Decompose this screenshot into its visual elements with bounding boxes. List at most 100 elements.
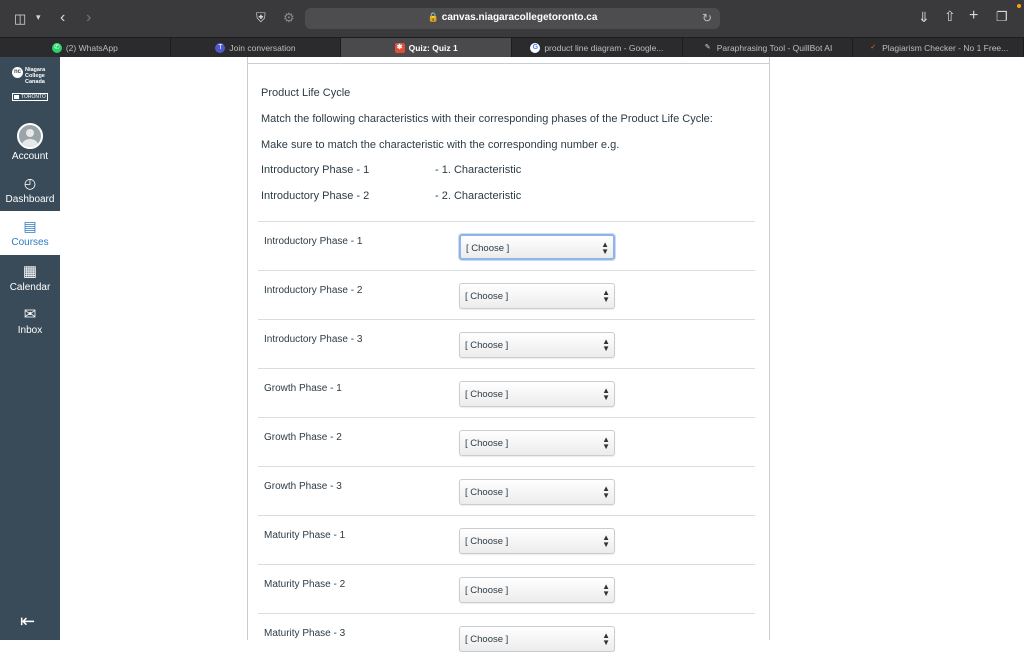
select-arrows-icon: ▲ ▼: [602, 484, 610, 500]
extension-icon[interactable]: ⚙: [283, 11, 295, 24]
dashboard-icon: ◴: [23, 175, 37, 191]
answer-select[interactable]: [ Choose ] ▲ ▼: [459, 479, 615, 505]
match-label: Growth Phase - 2: [264, 432, 342, 443]
logo-text: Niagara College Canada: [25, 67, 45, 85]
example-right-2: - 2. Characteristic: [435, 190, 522, 202]
select-arrows-icon: ▲ ▼: [602, 435, 610, 451]
example-left-1: Introductory Phase - 1: [261, 164, 370, 176]
tab-overview-icon[interactable]: ❐: [996, 10, 1008, 23]
forward-icon[interactable]: ›: [86, 10, 91, 26]
nav-label: Account: [11, 151, 49, 162]
nav-inbox[interactable]: ✉ Inbox: [0, 305, 60, 339]
tab-label: (2) WhatsApp: [65, 42, 118, 53]
logo-mark: nc: [12, 67, 23, 78]
select-value: [ Choose ]: [465, 389, 509, 400]
teams-icon: T: [215, 42, 226, 53]
nav-label: Calendar: [9, 282, 51, 293]
shield-icon[interactable]: ⛨: [256, 11, 266, 24]
answer-select[interactable]: [ Choose ] ▲ ▼: [459, 577, 615, 603]
notification-dot: [1017, 4, 1021, 8]
match-label: Maturity Phase - 2: [264, 579, 346, 590]
select-arrows-icon: ▲ ▼: [601, 240, 609, 256]
tab-google[interactable]: Gproduct line diagram - Google...: [512, 38, 683, 57]
tab-join-conversation[interactable]: T Join conversation: [171, 38, 342, 57]
question-instruction: Match the following characteristics with…: [261, 113, 713, 125]
chevron-down-icon[interactable]: ▾: [36, 13, 41, 22]
question-note: Make sure to match the characteristic wi…: [261, 139, 620, 151]
answer-select[interactable]: [ Choose ] ▲ ▼: [459, 332, 615, 358]
answer-select[interactable]: [ Choose ] ▲ ▼: [459, 381, 615, 407]
select-value: [ Choose ]: [465, 438, 509, 449]
answer-select[interactable]: [ Choose ] ▲ ▼: [459, 430, 615, 456]
google-icon: G: [530, 42, 541, 53]
match-label: Maturity Phase - 3: [264, 628, 346, 639]
select-arrows-icon: ▲ ▼: [602, 288, 610, 304]
match-label: Introductory Phase - 3: [264, 334, 363, 345]
select-arrows-icon: ▲ ▼: [602, 582, 610, 598]
canvas-icon: ✱: [394, 42, 405, 53]
match-label: Maturity Phase - 1: [264, 530, 346, 541]
match-row: Maturity Phase - 3 [ Choose ] ▲ ▼: [258, 613, 755, 652]
answer-select[interactable]: [ Choose ] ▲ ▼: [459, 626, 615, 652]
url-text: canvas.niagaracollegetoronto.ca: [441, 12, 598, 23]
tab-bar: ✆ (2) WhatsApp T Join conversation ✱ Quiz: …: [0, 37, 1024, 57]
share-icon[interactable]: ⇧: [944, 9, 956, 23]
select-value: [ Choose ]: [465, 585, 509, 596]
select-arrows-icon: ▲ ▼: [602, 631, 610, 647]
nav-label: Courses: [11, 237, 49, 248]
match-row: Introductory Phase - 3 [ Choose ] ▲ ▼: [258, 319, 755, 368]
avatar-icon: [17, 123, 43, 149]
address-bar[interactable]: 🔒 canvas.niagaracollegetoronto.ca ↻: [305, 8, 720, 29]
match-label: Introductory Phase - 2: [264, 285, 363, 296]
new-tab-icon[interactable]: +: [969, 8, 978, 24]
example-left-2: Introductory Phase - 2: [261, 190, 370, 202]
nav-dashboard[interactable]: ◴ Dashboard: [0, 175, 60, 209]
nav-label: Inbox: [17, 325, 43, 336]
sidebar-toggle-icon[interactable]: ◫: [14, 12, 26, 25]
tab-label: Join conversation: [229, 42, 296, 53]
nav-calendar[interactable]: ▦ Calendar: [0, 262, 60, 296]
answer-select[interactable]: [ Choose ] ▲ ▼: [459, 283, 615, 309]
match-row: Introductory Phase - 2 [ Choose ] ▲ ▼: [258, 270, 755, 319]
plagiarism-icon: ✓: [870, 43, 877, 51]
match-label: Introductory Phase - 1: [264, 236, 363, 247]
back-icon[interactable]: ‹: [60, 10, 65, 26]
collapse-nav-icon[interactable]: ⇤: [20, 611, 35, 632]
whatsapp-icon: ✆: [51, 42, 62, 53]
nav-account[interactable]: Account: [0, 123, 60, 165]
quiz-question: Product Life Cycle Match the following c…: [247, 57, 770, 652]
browser-toolbar: ◫ ▾ ‹ › ⛨ ⚙ 🔒 canvas.niagaracollegetoront…: [0, 0, 1024, 37]
courses-icon: ▤: [23, 218, 37, 234]
logo-line: Canada: [25, 79, 45, 85]
tab-plagiarism[interactable]: ✓ Plagiarism Checker - No 1 Free...: [853, 38, 1024, 57]
answer-select[interactable]: [ Choose ] ▲ ▼: [459, 528, 615, 554]
tab-label: Plagiarism Checker - No 1 Free...: [882, 42, 1009, 53]
lock-icon: 🔒: [427, 12, 439, 22]
tab-label: Quiz: Quiz 1: [408, 42, 458, 53]
logo-toronto-bar: TORONTO: [12, 93, 48, 101]
answer-select[interactable]: [ Choose ] ▲ ▼: [459, 234, 615, 260]
match-row: Maturity Phase - 2 [ Choose ] ▲ ▼: [258, 564, 755, 613]
question-title: Product Life Cycle: [261, 87, 351, 99]
global-nav: nc Niagara College Canada TORONTO Account …: [0, 57, 60, 640]
tab-label: Paraphrasing Tool - QuillBot AI: [716, 42, 833, 53]
nav-courses[interactable]: ▤ Courses: [0, 211, 60, 255]
select-arrows-icon: ▲ ▼: [602, 386, 610, 402]
match-label: Growth Phase - 1: [264, 383, 342, 394]
tab-quillbot[interactable]: ✎ Paraphrasing Tool - QuillBot AI: [683, 38, 854, 57]
divider: [248, 63, 769, 64]
select-value: [ Choose ]: [465, 340, 509, 351]
download-icon[interactable]: ⇓: [918, 10, 930, 24]
match-row: Growth Phase - 2 [ Choose ] ▲ ▼: [258, 417, 755, 466]
tab-whatsapp[interactable]: ✆ (2) WhatsApp: [0, 38, 171, 57]
inbox-icon: ✉: [23, 306, 37, 323]
tab-label: product line diagram - Google...: [544, 42, 664, 53]
reload-icon[interactable]: ↻: [702, 11, 712, 25]
quillbot-icon: ✎: [704, 43, 711, 51]
niagara-college-logo[interactable]: nc Niagara College Canada TORONTO: [10, 65, 50, 103]
example-right-1: - 1. Characteristic: [435, 164, 522, 176]
tab-quiz[interactable]: ✱ Quiz: Quiz 1: [341, 38, 513, 57]
calendar-icon: ▦: [22, 263, 38, 280]
select-arrows-icon: ▲ ▼: [602, 337, 610, 353]
match-label: Growth Phase - 3: [264, 481, 342, 492]
